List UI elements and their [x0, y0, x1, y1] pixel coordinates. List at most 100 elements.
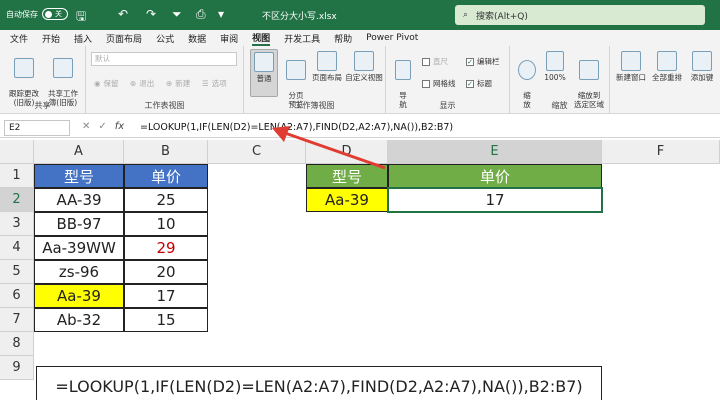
formula-text-box: =LOOKUP(1,IF(LEN(D2)=LEN(A2:A7),FIND(D2,… — [36, 366, 602, 400]
tab-home[interactable]: 开始 — [42, 32, 60, 45]
tab-power-pivot[interactable]: Power Pivot — [366, 33, 418, 43]
undo-icon[interactable]: ↶ — [118, 7, 128, 21]
title-bar: 自动保存 关 🖫 ↶ ↷ ⏷ ⎙ ▾ 不区分大小写.xlsx ⌕ 搜索(Alt+… — [0, 0, 720, 30]
normal-view-button[interactable]: 普通 — [250, 49, 278, 97]
cell-b5[interactable]: 20 — [124, 260, 208, 284]
share-group-label: 共享 — [34, 101, 51, 110]
cell-a2[interactable]: AA-39 — [34, 188, 124, 212]
cell-e1[interactable]: 单价 — [388, 164, 602, 188]
ruler-checkbox[interactable]: 直尺 — [422, 56, 448, 67]
zoom-group: 缩 放 100% 缩放到 选定区域 缩放 — [510, 46, 610, 114]
column-header-a[interactable]: A — [34, 140, 124, 164]
cell-a5[interactable]: zs-96 — [34, 260, 124, 284]
cell-a3[interactable]: BB-97 — [34, 212, 124, 236]
sheet-view-options[interactable]: ☰ 选项 — [202, 78, 227, 89]
share-workbook-button[interactable]: 共享工作 簿(旧版) — [44, 49, 82, 107]
share-group: 跟踪更改 (旧版) 共享工作 簿(旧版) 共享 — [0, 46, 86, 114]
check-icon: ✓ — [466, 57, 474, 66]
row-header-6[interactable]: 6 — [0, 284, 34, 308]
cell-b3[interactable]: 10 — [124, 212, 208, 236]
autosave-label: 自动保存 — [6, 9, 38, 19]
new-window-icon — [621, 51, 641, 71]
sheet-view-group-label: 工作表视图 — [144, 101, 185, 110]
cell-a1[interactable]: 型号 — [34, 164, 124, 188]
zoom-100-button[interactable]: 100% — [542, 49, 568, 82]
gridlines-checkbox[interactable]: 网格线 — [422, 78, 456, 89]
sheet-view-keep[interactable]: ◉ 保留 — [94, 78, 119, 89]
autosave-toggle[interactable]: 关 — [42, 8, 68, 20]
tab-help[interactable]: 帮助 — [334, 32, 352, 45]
formula-bar: E2 ✕ ✓ fx =LOOKUP(1,IF(LEN(D2)=LEN(A2:A7… — [0, 118, 720, 138]
custom-view-icon — [354, 51, 374, 71]
workbook-views-group-label: 工作簿视图 — [294, 101, 335, 110]
tab-file[interactable]: 文件 — [10, 32, 28, 45]
tab-view[interactable]: 视图 — [252, 31, 271, 46]
show-group-label: 显示 — [439, 101, 456, 110]
filter-icon[interactable]: ⏷ — [172, 7, 182, 22]
tab-insert[interactable]: 插入 — [74, 32, 92, 45]
redo-icon[interactable]: ↷ — [146, 7, 156, 21]
row-header-8[interactable]: 8 — [0, 332, 34, 356]
headings-checkbox[interactable]: ✓ 标题 — [466, 78, 492, 89]
cell-a6[interactable]: Aa-39 — [34, 284, 124, 308]
search-box[interactable]: ⌕ 搜索(Alt+Q) — [455, 5, 705, 25]
column-header-b[interactable]: B — [124, 140, 208, 164]
cell-b6[interactable]: 17 — [124, 284, 208, 308]
cell-e2[interactable]: 17 — [387, 187, 603, 213]
sheet-view-dropdown[interactable]: 默认 — [91, 52, 237, 66]
tab-review[interactable]: 审阅 — [220, 32, 238, 45]
name-box[interactable]: E2 — [4, 120, 70, 136]
cell-b1[interactable]: 单价 — [124, 164, 208, 188]
spreadsheet-grid: A B C D E F 1 2 3 4 5 6 7 8 9 型号 单价 AA-3… — [0, 140, 720, 400]
share-workbook-icon — [53, 58, 73, 78]
row-header-5[interactable]: 5 — [0, 260, 34, 284]
select-all-corner[interactable] — [0, 140, 34, 164]
save-icon[interactable]: 🖫 — [76, 7, 86, 28]
show-group: 导 航 直尺 ✓ 编辑栏 网格线 ✓ 标题 显示 — [386, 46, 510, 114]
column-header-e[interactable]: E — [388, 140, 602, 164]
row-header-1[interactable]: 1 — [0, 164, 34, 188]
column-header-c[interactable]: C — [208, 140, 306, 164]
print-preview-icon[interactable]: ⎙ — [196, 7, 206, 22]
cell-b4[interactable]: 29 — [124, 236, 208, 260]
column-header-d[interactable]: D — [306, 140, 388, 164]
confirm-icon[interactable]: ✓ — [98, 121, 106, 132]
column-header-f[interactable]: F — [602, 140, 720, 164]
autosave[interactable]: 自动保存 关 — [6, 8, 68, 20]
row-header-3[interactable]: 3 — [0, 212, 34, 236]
formula-input[interactable]: =LOOKUP(1,IF(LEN(D2)=LEN(A2:A7),FIND(D2,… — [140, 122, 453, 133]
cancel-icon[interactable]: ✕ — [82, 121, 90, 132]
cell-a7[interactable]: Ab-32 — [34, 308, 124, 332]
sheet-view-exit[interactable]: ⊗ 退出 — [130, 78, 154, 89]
search-placeholder: 搜索(Alt+Q) — [476, 11, 528, 22]
row-header-7[interactable]: 7 — [0, 308, 34, 332]
formula-bar-checkbox[interactable]: ✓ 编辑栏 — [466, 56, 500, 67]
search-icon: ⌕ — [463, 10, 469, 20]
add-watch-icon — [692, 51, 712, 71]
arrange-all-button[interactable]: 全部重排 — [650, 49, 684, 82]
custom-view-button[interactable]: 自定义视图 — [344, 49, 384, 82]
ribbon-tabs: 文件 开始 插入 页面布局 公式 数据 审阅 视图 开发工具 帮助 Power … — [0, 30, 720, 46]
cell-b7[interactable]: 15 — [124, 308, 208, 332]
new-window-button[interactable]: 新建窗口 — [614, 49, 648, 82]
tab-developer[interactable]: 开发工具 — [284, 32, 320, 45]
page-layout-view-button[interactable]: 页面布局 — [310, 49, 344, 82]
tab-page-layout[interactable]: 页面布局 — [106, 32, 142, 45]
row-header-4[interactable]: 4 — [0, 236, 34, 260]
customize-toolbar-icon[interactable]: ▾ — [218, 7, 224, 21]
cell-b2[interactable]: 25 — [124, 188, 208, 212]
navigation-icon — [395, 60, 411, 80]
sheet-view-new[interactable]: ⊕ 新建 — [166, 78, 190, 89]
insert-function-icon[interactable]: fx — [115, 121, 124, 132]
row-header-2[interactable]: 2 — [0, 188, 34, 212]
row-header-9[interactable]: 9 — [0, 356, 34, 380]
sheet-view-group: 默认 ◉ 保留 ⊗ 退出 ⊕ 新建 ☰ 选项 工作表视图 — [86, 46, 244, 114]
cell-d1[interactable]: 型号 — [306, 164, 388, 188]
cell-a4[interactable]: Aa-39WW — [34, 236, 124, 260]
cell-d2[interactable]: Aa-39 — [306, 188, 388, 212]
page-break-icon — [286, 60, 306, 80]
tab-formulas[interactable]: 公式 — [156, 32, 174, 45]
add-watch-button[interactable]: 添加键 — [686, 49, 718, 82]
track-changes-button[interactable]: 跟踪更改 (旧版) — [6, 49, 42, 107]
tab-data[interactable]: 数据 — [188, 32, 206, 45]
